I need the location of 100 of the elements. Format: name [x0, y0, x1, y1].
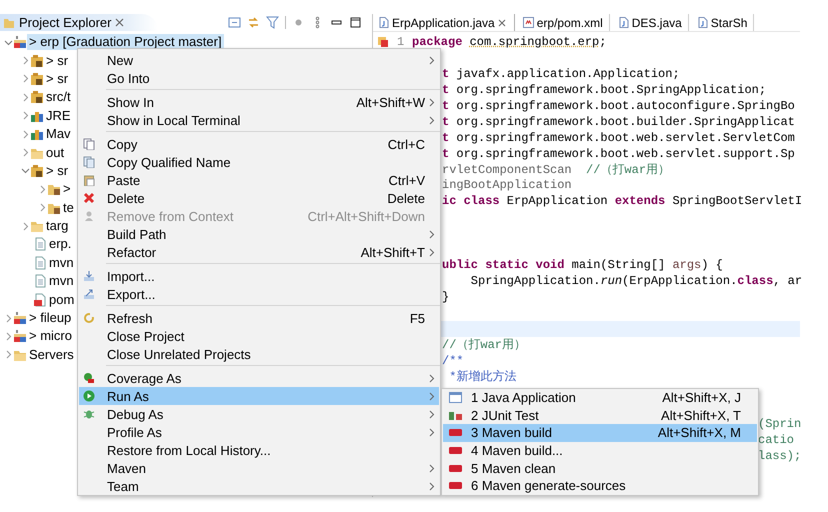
tree-item[interactable]: src/t: [44, 89, 73, 106]
tree-item[interactable]: out: [44, 144, 66, 161]
project-icon: [13, 311, 27, 326]
menu-item[interactable]: 4 Maven build...: [443, 442, 757, 460]
chevron-icon[interactable]: [21, 74, 30, 84]
package-folder-icon: [30, 90, 44, 104]
menu-item[interactable]: Run As: [79, 387, 439, 405]
code-text: (Sprin: [758, 417, 802, 432]
menu-item[interactable]: Close Project: [79, 327, 439, 345]
person-icon: [83, 210, 95, 222]
tree-item[interactable]: erp.: [47, 236, 74, 252]
folder-icon: [3, 16, 15, 28]
chevron-icon[interactable]: [4, 332, 13, 341]
tree-item[interactable]: JRE: [44, 108, 73, 124]
menu-item[interactable]: Copy Ctrl+C: [79, 135, 439, 153]
chevron-icon[interactable]: [21, 222, 30, 231]
chevron-icon[interactable]: [21, 92, 30, 102]
menu-item[interactable]: 3 Maven build Alt+Shift+X, M: [443, 424, 757, 442]
tree-item[interactable]: pom: [47, 292, 76, 308]
tree-item[interactable]: > sr: [44, 70, 70, 87]
tree-item[interactable]: > sr: [44, 52, 70, 69]
tree-item[interactable]: targ: [44, 218, 70, 234]
tree-item[interactable]: > fileup: [27, 310, 74, 326]
menu-item[interactable]: Show in Local Terminal: [79, 111, 439, 129]
xml-file-icon: [33, 292, 47, 307]
code-text: lass);: [758, 449, 802, 464]
bug-icon: [83, 408, 95, 420]
window-icon: [449, 391, 462, 404]
chevron-icon[interactable]: [21, 166, 30, 176]
tree-item[interactable]: > erp [Graduation Project master]: [27, 34, 224, 50]
tree-item[interactable]: mvn: [47, 254, 76, 271]
menu-item[interactable]: Go Into: [79, 69, 439, 87]
tree-item[interactable]: Mav: [44, 126, 73, 142]
menu-item[interactable]: 5 Maven clean: [443, 459, 757, 477]
filter-icon[interactable]: [266, 16, 279, 29]
tree-item[interactable]: Servers: [27, 346, 76, 363]
menu-item[interactable]: New: [79, 51, 439, 69]
menu-item[interactable]: Export...: [79, 285, 439, 303]
java-file-icon: [696, 17, 708, 28]
file-icon: [33, 274, 47, 288]
menu-item[interactable]: Build Path: [79, 225, 439, 243]
menu-item[interactable]: Refresh F5: [79, 309, 439, 327]
link-arrows-icon[interactable]: [247, 16, 260, 29]
xml-file-icon: [522, 17, 534, 28]
tree-item[interactable]: mvn: [47, 273, 76, 290]
editor-tab[interactable]: DES.java: [612, 14, 689, 31]
tree-item[interactable]: > sr: [44, 162, 70, 179]
code-text: ingBootApplication: [442, 178, 572, 192]
code-text: package com.springboot.erp;: [412, 34, 606, 49]
package-folder-icon: [30, 54, 44, 68]
menu-item[interactable]: Show In Alt+Shift+W: [79, 93, 439, 111]
tree-item[interactable]: te: [61, 200, 76, 216]
menu-item[interactable]: Delete Delete: [79, 189, 439, 207]
code-text: t org.springframework.boot.builder.SpringApplicat: [442, 114, 795, 129]
menu-item[interactable]: 1 Java Application Alt+Shift+X, J: [443, 389, 757, 407]
menu-item[interactable]: Profile As: [79, 423, 439, 441]
close-icon: [498, 18, 506, 26]
menu-item[interactable]: 6 Maven generate-sources: [443, 476, 757, 495]
package-folder-icon: [47, 182, 61, 196]
menu-item[interactable]: Close Unrelated Projects: [79, 345, 439, 363]
editor-tab[interactable]: StarSh: [692, 14, 754, 31]
editor-tab[interactable]: erp/pom.xml: [518, 14, 610, 31]
code-text: /**: [442, 354, 464, 368]
import-icon: [83, 270, 95, 282]
file-icon: [33, 256, 47, 270]
project-icon: [13, 35, 27, 50]
copy-icon: [83, 138, 95, 150]
collapse-all-icon[interactable]: [228, 16, 241, 29]
chevron-icon[interactable]: [4, 38, 13, 47]
code-text: ublic static void main(String[] args) {: [442, 258, 723, 272]
menu-item[interactable]: 2 JUnit Test Alt+Shift+X, T: [443, 406, 757, 424]
chevron-icon[interactable]: [38, 203, 47, 212]
menu-item[interactable]: Restore from Local History...: [79, 441, 439, 459]
chevron-icon[interactable]: [21, 56, 30, 66]
chevron-icon[interactable]: [4, 350, 13, 360]
menu-item[interactable]: Paste Ctrl+V: [79, 171, 439, 189]
tree-item[interactable]: > micro: [27, 328, 74, 344]
tree-item[interactable]: >: [61, 181, 73, 198]
menu-item[interactable]: Team: [79, 477, 439, 495]
warning-marker-icon: [377, 36, 389, 48]
code-text: t org.springframework.boot.autoconfigure.SpringBo: [442, 98, 795, 113]
code-text: t javafx.application.Application;: [442, 66, 680, 81]
close-icon: [115, 18, 124, 27]
code-text: catio: [758, 433, 794, 448]
package-folder-icon: [30, 72, 44, 86]
menu-item[interactable]: Maven: [79, 459, 439, 477]
chevron-icon[interactable]: [21, 130, 30, 139]
project-icon: [13, 329, 27, 344]
maximize-icon[interactable]: [349, 16, 362, 29]
menu-item[interactable]: Import...: [79, 267, 439, 285]
menu-item[interactable]: Refactor Alt+Shift+T: [79, 243, 439, 261]
chevron-icon[interactable]: [21, 111, 30, 120]
menu-item[interactable]: Copy Qualified Name: [79, 153, 439, 171]
run-icon: [83, 390, 95, 402]
menu-item[interactable]: Coverage As: [79, 369, 439, 387]
chevron-icon[interactable]: [38, 184, 47, 194]
chevron-icon[interactable]: [4, 314, 13, 323]
code-text: rvletComponentScan //（打war用）: [442, 162, 670, 178]
menu-item[interactable]: Debug As: [79, 405, 439, 423]
chevron-icon[interactable]: [21, 148, 30, 158]
